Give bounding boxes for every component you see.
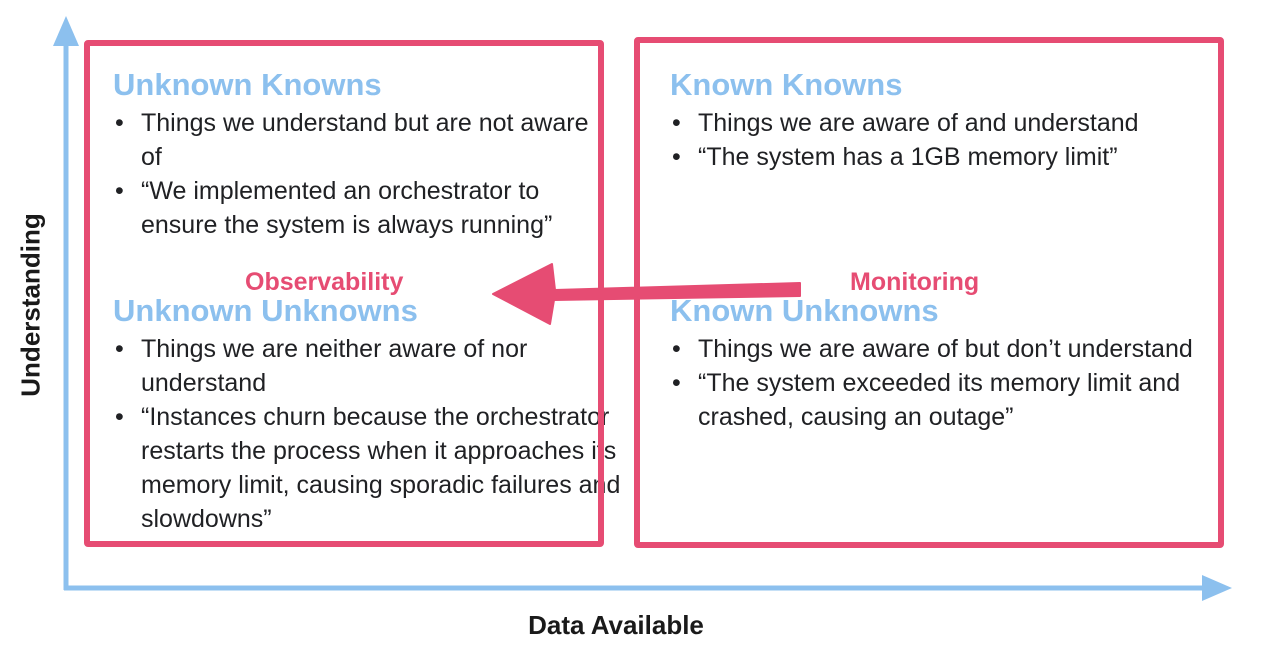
observability-label: Observability <box>245 268 404 296</box>
arrow-monitoring-to-observability <box>492 263 801 325</box>
monitoring-label: Monitoring <box>850 268 980 296</box>
arrow-shape <box>492 263 801 325</box>
